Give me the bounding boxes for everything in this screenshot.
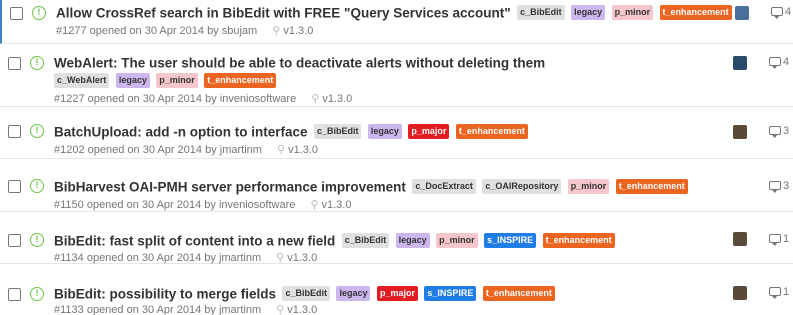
milestone-label[interactable]: v1.3.0	[283, 25, 313, 37]
issue-label[interactable]: p_major	[376, 286, 418, 302]
issue-label[interactable]: s_INSPIRE	[424, 286, 477, 302]
milestone-icon: ⚲	[277, 144, 286, 156]
issue-label[interactable]: t_enhancement	[204, 73, 277, 89]
issue-label[interactable]: p_minor	[567, 179, 610, 195]
issue-label[interactable]: legacy	[115, 73, 150, 89]
issue-checkbox[interactable]	[8, 234, 21, 247]
issue-label[interactable]: c_BibEdit	[341, 233, 390, 249]
comments-count[interactable]: 4	[771, 6, 791, 19]
issue-label[interactable]: c_WebAlert	[54, 73, 110, 89]
comments-count[interactable]: 3	[769, 180, 789, 193]
milestone-label[interactable]: v1.3.0	[322, 199, 352, 211]
milestone-label[interactable]: v1.3.0	[287, 304, 317, 315]
issue-label[interactable]: p_minor	[436, 233, 478, 249]
avatar[interactable]	[735, 6, 749, 20]
issue-label[interactable]: legacy	[395, 233, 430, 249]
issue-opened-icon: !	[30, 179, 44, 193]
issue-checkbox[interactable]	[8, 57, 21, 70]
comment-icon	[771, 7, 783, 19]
avatar[interactable]	[733, 125, 747, 139]
issue-row[interactable]: ! BatchUpload: add -n option to interfac…	[0, 107, 793, 159]
issue-opened-icon: !	[30, 56, 44, 70]
issue-title[interactable]: BibEdit: possibility to merge fields	[54, 286, 276, 301]
milestone-label[interactable]: v1.3.0	[322, 93, 352, 105]
comments-count[interactable]: 1	[769, 286, 789, 299]
issue-label[interactable]: c_BibEdit	[282, 286, 330, 302]
milestone-label[interactable]: v1.3.0	[288, 144, 318, 156]
milestone-icon: ⚲	[311, 93, 320, 105]
issue-label[interactable]: p_minor	[156, 73, 198, 89]
issue-list: ! Allow CrossRef search in BibEdit with …	[0, 0, 793, 315]
milestone-icon: ⚲	[276, 304, 285, 315]
issue-meta: #1227 opened on 30 Apr 2014 by invenioso…	[54, 93, 297, 105]
issue-label[interactable]: s_INSPIRE	[484, 233, 537, 249]
issue-label[interactable]: c_OAIRepository	[482, 179, 562, 195]
milestone-icon: ⚲	[272, 25, 281, 37]
milestone-icon: ⚲	[276, 252, 285, 264]
issue-row[interactable]: ! Allow CrossRef search in BibEdit with …	[0, 0, 793, 44]
issue-label[interactable]: legacy	[571, 5, 606, 21]
issue-opened-icon: !	[32, 6, 46, 20]
issue-opened-icon: !	[30, 124, 44, 138]
avatar[interactable]	[733, 232, 747, 246]
issue-label[interactable]: t_enhancement	[455, 124, 528, 140]
issue-label[interactable]: t_enhancement	[615, 179, 688, 195]
comment-icon	[769, 287, 781, 299]
comment-icon	[769, 126, 781, 138]
issue-title[interactable]: BatchUpload: add -n option to interface	[54, 124, 308, 139]
issue-checkbox[interactable]	[8, 180, 21, 193]
issue-meta: #1134 opened on 30 Apr 2014 by jmartinm	[54, 252, 262, 264]
milestone-label[interactable]: v1.3.0	[287, 252, 317, 264]
issue-label[interactable]: c_DocExtract	[412, 179, 476, 195]
issue-title[interactable]: WebAlert: The user should be able to dea…	[54, 55, 545, 70]
issue-label[interactable]: t_enhancement	[659, 5, 732, 21]
comments-count[interactable]: 1	[769, 233, 789, 246]
issue-title[interactable]: BibEdit: fast split of content into a ne…	[54, 233, 335, 248]
issue-label[interactable]: p_minor	[611, 5, 654, 21]
issue-label[interactable]: c_BibEdit	[313, 124, 362, 140]
issue-opened-icon: !	[30, 287, 44, 301]
issue-opened-icon: !	[30, 233, 44, 247]
issue-label[interactable]: t_enhancement	[542, 233, 615, 249]
milestone-icon: ⚲	[310, 199, 319, 211]
issue-row[interactable]: ! BibHarvest OAI-PMH server performance …	[0, 159, 793, 212]
issue-meta: #1202 opened on 30 Apr 2014 by jmartinm	[54, 144, 262, 156]
comments-count[interactable]: 4	[769, 56, 789, 69]
comment-icon	[769, 181, 781, 193]
issue-row[interactable]: ! WebAlert: The user should be able to d…	[0, 44, 793, 107]
issue-label[interactable]: c_BibEdit	[517, 5, 565, 21]
issue-label[interactable]: legacy	[367, 124, 402, 140]
avatar[interactable]	[733, 286, 747, 300]
issue-meta: #1133 opened on 30 Apr 2014 by jmartinm	[54, 304, 262, 315]
issue-checkbox[interactable]	[10, 7, 23, 20]
issue-row[interactable]: ! BibEdit: possibility to merge fields c…	[0, 264, 793, 315]
issue-checkbox[interactable]	[8, 288, 21, 301]
issue-row[interactable]: ! BibEdit: fast split of content into a …	[0, 212, 793, 264]
issue-label[interactable]: p_major	[408, 124, 450, 140]
comment-icon	[769, 234, 781, 246]
issue-checkbox[interactable]	[8, 125, 21, 138]
issue-meta: #1150 opened on 30 Apr 2014 by invenioso…	[54, 199, 296, 211]
comment-icon	[769, 57, 781, 69]
avatar[interactable]	[733, 56, 747, 70]
issue-title[interactable]: Allow CrossRef search in BibEdit with FR…	[56, 5, 511, 20]
issue-meta: #1277 opened on 30 Apr 2014 by sbujam	[56, 25, 258, 37]
issue-label[interactable]: legacy	[336, 286, 371, 302]
issue-title[interactable]: BibHarvest OAI-PMH server performance im…	[54, 179, 406, 194]
issue-label[interactable]: t_enhancement	[482, 286, 555, 302]
comments-count[interactable]: 3	[769, 125, 789, 138]
